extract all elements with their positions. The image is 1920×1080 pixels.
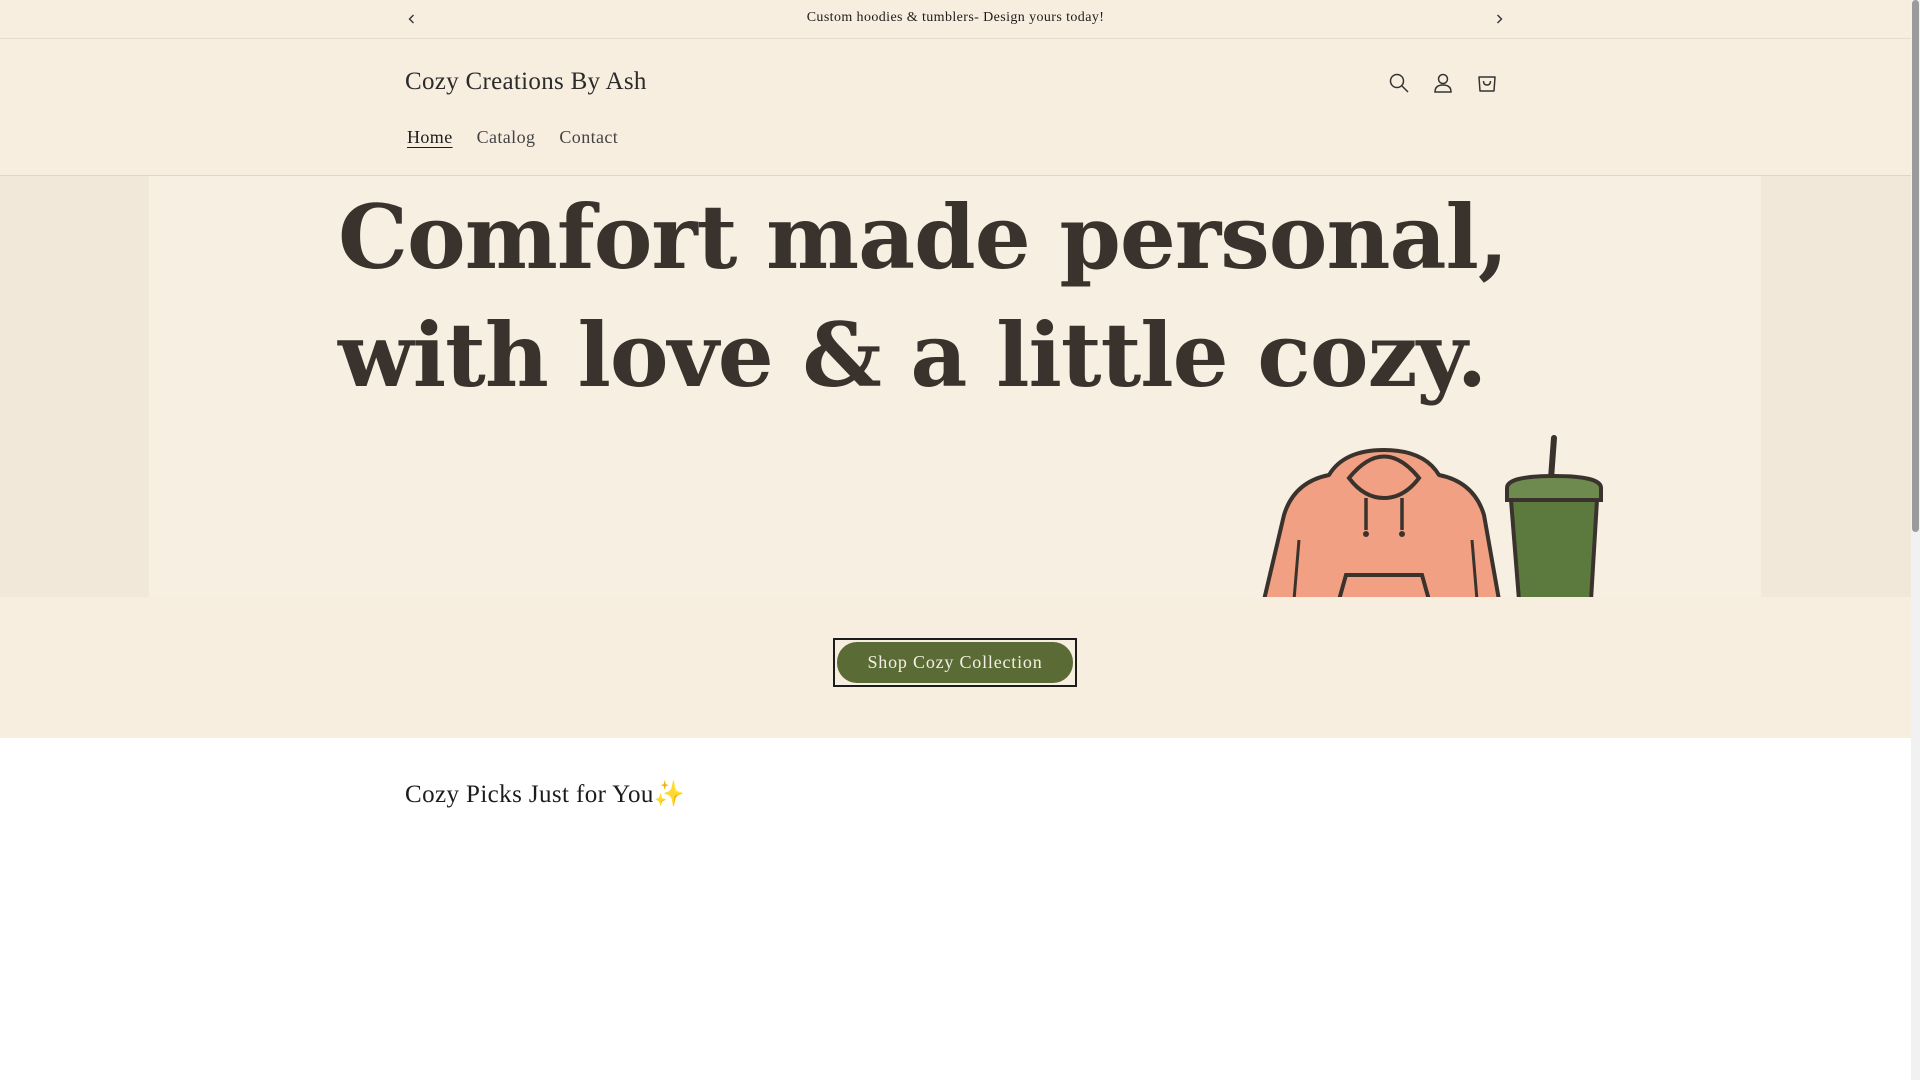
- nav-contact[interactable]: Contact: [547, 122, 630, 152]
- tumbler-icon: [1505, 435, 1603, 597]
- store-logo-link[interactable]: Cozy Creations By Ash: [405, 68, 647, 96]
- announcement-message: Custom hoodies & tumblers- Design yours …: [806, 10, 1105, 25]
- search-button[interactable]: [1377, 61, 1421, 105]
- featured-collection: Cozy Picks Just for You✨: [0, 738, 1911, 1080]
- page-scrollbar[interactable]: [1911, 0, 1920, 1080]
- account-button[interactable]: [1421, 61, 1465, 105]
- hero-image: Comfort made personal, with love & a lit…: [149, 176, 1761, 597]
- hero-headline-line2: with love & a little cozy.: [338, 303, 1487, 407]
- search-icon: [1389, 73, 1409, 93]
- cta-section: Shop Cozy Collection: [0, 597, 1911, 738]
- account-icon: [1434, 73, 1452, 93]
- cart-button[interactable]: [1465, 61, 1509, 105]
- main-nav: Home Catalog Contact: [395, 122, 630, 152]
- cta-label: Shop Cozy Collection: [837, 642, 1073, 683]
- chevron-right-icon: [1497, 14, 1503, 24]
- scrollbar-thumb[interactable]: [1912, 0, 1919, 532]
- announcement-next-button[interactable]: [1487, 7, 1511, 31]
- nav-home[interactable]: Home: [395, 122, 465, 152]
- hero-headline-line1: Comfort made personal,: [338, 185, 1509, 289]
- hoodie-tumbler-illustration: [1262, 435, 1603, 597]
- nav-catalog[interactable]: Catalog: [465, 122, 548, 152]
- cart-icon: [1478, 76, 1496, 92]
- announcement-bar: Custom hoodies & tumblers- Design yours …: [0, 0, 1911, 39]
- shop-cozy-collection-button[interactable]: Shop Cozy Collection: [833, 638, 1077, 687]
- hero-headline: Comfort made personal, with love & a lit…: [338, 178, 1509, 414]
- featured-title: Cozy Picks Just for You✨: [405, 781, 686, 808]
- site-header: Cozy Creations By Ash Home Catalog Conta…: [0, 39, 1911, 176]
- hero-banner: Comfort made personal, with love & a lit…: [0, 176, 1911, 597]
- hoodie-icon: [1262, 448, 1501, 597]
- header-icons: [1377, 61, 1509, 105]
- page: Custom hoodies & tumblers- Design yours …: [0, 0, 1911, 1080]
